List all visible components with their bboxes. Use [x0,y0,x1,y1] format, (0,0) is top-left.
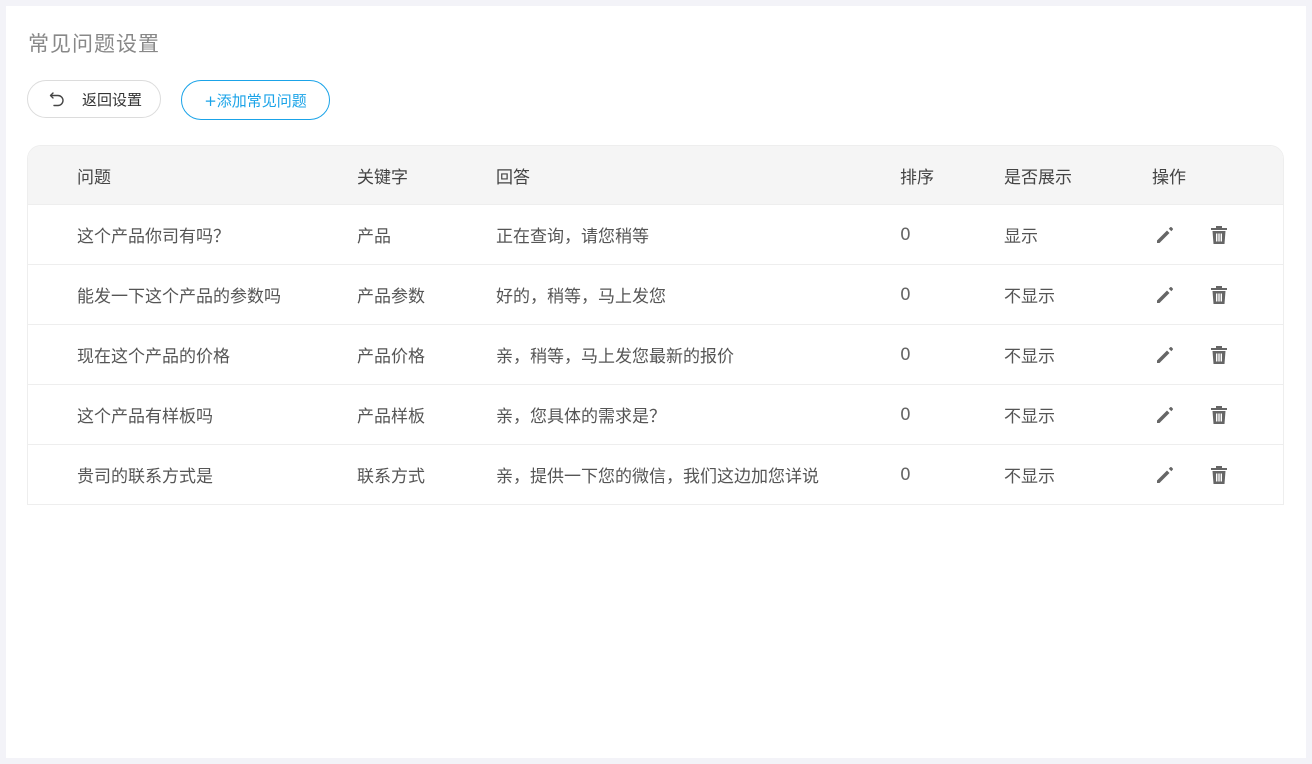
edit-icon[interactable] [1154,224,1176,246]
row-question: 现在这个产品的价格 [77,347,230,367]
trash-icon[interactable] [1208,404,1230,426]
row-keyword: 产品样板 [357,407,425,427]
header-question: 问题 [77,167,111,188]
row-display: 不显示 [1004,287,1055,307]
header-answer: 回答 [496,167,530,188]
trash-icon[interactable] [1208,344,1230,366]
header-display: 是否展示 [1004,167,1072,188]
table-row: 这个产品有样板吗 产品样板 亲，您具体的需求是？ 0 不显示 [28,384,1283,444]
table-row: 能发一下这个产品的参数吗 产品参数 好的，稍等，马上发您 0 不显示 [28,264,1283,324]
undo-arrow-icon [48,90,66,108]
row-sort: 0 [900,224,911,245]
header-action: 操作 [1152,167,1186,188]
back-button-label: 返回设置 [82,90,143,109]
row-display: 不显示 [1004,467,1055,487]
row-keyword: 产品 [357,227,391,247]
row-question: 这个产品有样板吗 [77,407,213,427]
add-faq-button[interactable]: +添加常见问题 [181,80,330,120]
row-question: 能发一下这个产品的参数吗 [77,287,281,307]
table-row: 这个产品你司有吗？ 产品 正在查询，请您稍等 0 显示 [28,204,1283,264]
table-row: 贵司的联系方式是 联系方式 亲，提供一下您的微信，我们这边加您详说 0 不显示 [28,444,1283,504]
row-keyword: 产品价格 [357,347,425,367]
row-sort: 0 [900,464,911,485]
faq-table: 问题 关键字 回答 排序 是否展示 操作 这个产品你司有吗？ 产品 正在查询，请… [27,145,1284,505]
main-panel: 常见问题设置 返回设置 +添加常见问题 问题 关键字 回答 排序 是否展示 操作… [6,6,1306,758]
row-answer: 好的，稍等，马上发您 [496,287,666,307]
row-question: 贵司的联系方式是 [77,467,213,487]
row-keyword: 联系方式 [357,467,425,487]
row-question: 这个产品你司有吗？ [77,227,230,247]
row-sort: 0 [900,284,911,305]
row-display: 不显示 [1004,347,1055,367]
edit-icon[interactable] [1154,404,1176,426]
edit-icon[interactable] [1154,284,1176,306]
header-sort: 排序 [900,167,934,188]
back-to-settings-button[interactable]: 返回设置 [27,80,161,118]
trash-icon[interactable] [1208,224,1230,246]
row-display: 不显示 [1004,407,1055,427]
add-button-label: +添加常见问题 [204,91,307,110]
edit-icon[interactable] [1154,344,1176,366]
row-display: 显示 [1004,227,1038,247]
row-sort: 0 [900,404,911,425]
trash-icon[interactable] [1208,464,1230,486]
row-answer: 正在查询，请您稍等 [496,227,649,247]
edit-icon[interactable] [1154,464,1176,486]
trash-icon[interactable] [1208,284,1230,306]
table-row: 现在这个产品的价格 产品价格 亲，稍等，马上发您最新的报价 0 不显示 [28,324,1283,384]
row-keyword: 产品参数 [357,287,425,307]
row-sort: 0 [900,344,911,365]
table-header: 问题 关键字 回答 排序 是否展示 操作 [28,146,1283,204]
row-answer: 亲，稍等，马上发您最新的报价 [496,347,734,367]
row-answer: 亲，提供一下您的微信，我们这边加您详说 [496,467,819,487]
page-title: 常见问题设置 [28,32,160,56]
row-answer: 亲，您具体的需求是？ [496,407,666,427]
header-keyword: 关键字 [357,167,408,188]
